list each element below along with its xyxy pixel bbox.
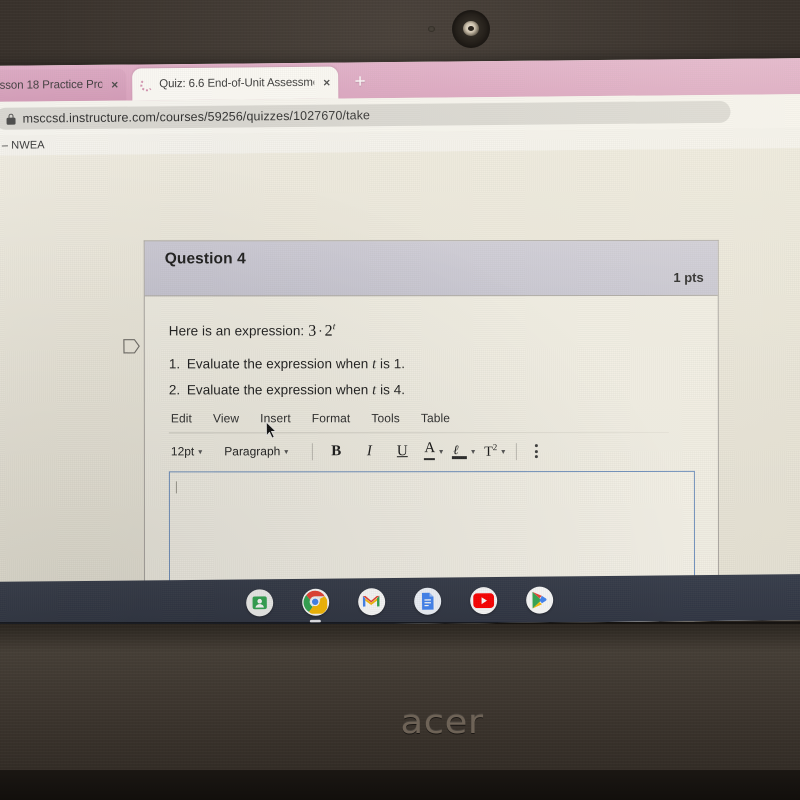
question-body: Here is an expression: 3 · 2t 1. Evaluate t… (145, 296, 718, 400)
underline-button[interactable]: U (391, 443, 413, 460)
task-text-before: Evaluate the expression when (186, 382, 369, 398)
list-item: 2. Evaluate the expression when t is 4. (169, 382, 694, 399)
close-icon[interactable]: × (320, 76, 330, 90)
superscript-button[interactable]: T2 ▾ (484, 442, 505, 461)
chevron-down-icon: ▾ (284, 447, 289, 457)
bold-button[interactable]: B (325, 443, 347, 460)
webcam (452, 10, 490, 48)
font-size-dropdown[interactable]: 12pt ▾ (171, 445, 202, 459)
menu-tools[interactable]: Tools (371, 411, 400, 425)
menu-table[interactable]: Table (421, 411, 450, 425)
mouse-cursor (266, 421, 277, 439)
question-prompt: Here is an expression: 3 · 2t (169, 322, 694, 341)
chromeos-shelf (0, 573, 800, 629)
gmail-icon[interactable] (357, 587, 385, 615)
chevron-down-icon: ▾ (439, 446, 444, 456)
highlight-color-button[interactable]: ℓ ▾ (452, 442, 476, 459)
expression-base: 2 (324, 322, 333, 340)
task-number: 1. (168, 356, 181, 372)
list-item: 1. Evaluate the expression when t is 1. (169, 356, 694, 373)
webcam-pupil (468, 26, 474, 31)
italic-button[interactable]: I (358, 443, 380, 460)
task-variable: t (372, 356, 377, 373)
camera-indicator-led (428, 26, 435, 32)
math-expression: 3 · 2t (308, 322, 335, 340)
youtube-icon[interactable] (469, 586, 497, 614)
highlight-icon: ℓ (452, 442, 468, 459)
question-title: Question 4 (164, 250, 246, 268)
toolbar-divider (312, 443, 314, 461)
close-icon[interactable]: × (108, 78, 118, 92)
chevron-down-icon: ▾ (471, 446, 476, 456)
url-text: msccsd.instructure.com/courses/59256/qui… (22, 108, 371, 126)
chrome-icon[interactable] (301, 588, 329, 623)
block-format-value: Paragraph (224, 444, 281, 459)
superscript-icon: T2 (484, 442, 498, 460)
question-points: 1 pts (673, 269, 704, 285)
chevron-down-icon: ▾ (501, 446, 506, 456)
expression-operator: · (318, 323, 323, 339)
task-list: 1. Evaluate the expression when t is 1. 2… (169, 356, 694, 399)
menu-view[interactable]: View (213, 411, 239, 425)
laptop-body: 6.6 Lesson 18 Practice Pro × Quiz: 6.6 E… (0, 0, 800, 800)
task-text-after: is 1. (380, 356, 406, 372)
tab-title: 6.6 Lesson 18 Practice Pro (0, 78, 103, 92)
question-header: Question 4 1 pts (144, 240, 718, 297)
chevron-down-icon: ▾ (198, 447, 203, 457)
menu-edit[interactable]: Edit (171, 411, 192, 425)
brand-logo: acer (400, 702, 484, 741)
more-options-icon[interactable] (535, 444, 539, 459)
menu-format[interactable]: Format (312, 411, 351, 425)
toolbar-divider (516, 442, 518, 460)
menubar-divider (168, 431, 669, 434)
canvas-quiz-page: Question 4 1 pts Here is an expression: … (0, 147, 800, 629)
text-color-button[interactable]: A ▾ (424, 440, 444, 461)
browser-tab-active[interactable]: Quiz: 6.6 End-of-Unit Assessmen × (132, 66, 339, 101)
tab-title: Quiz: 6.6 End-of-Unit Assessmen (159, 76, 315, 91)
font-size-value: 12pt (170, 444, 195, 459)
editor-menubar: Edit View Insert Format Tools Table (169, 411, 695, 425)
loading-spinner-icon (140, 77, 154, 91)
expression-exponent: t (332, 322, 336, 333)
task-text-after: is 4. (380, 382, 406, 398)
lock-icon (6, 113, 16, 125)
block-format-dropdown[interactable]: Paragraph ▾ (224, 445, 288, 459)
task-number: 2. (168, 382, 181, 398)
address-bar[interactable]: msccsd.instructure.com/courses/59256/qui… (0, 100, 731, 130)
text-color-icon: A (424, 440, 436, 461)
task-variable: t (372, 382, 377, 399)
flag-icon[interactable] (123, 338, 142, 354)
bookmark-item[interactable]: esting – NWEA (0, 139, 45, 152)
new-tab-button[interactable]: + (349, 71, 371, 94)
drive-docs-icon[interactable] (413, 587, 441, 615)
desk-surface (0, 770, 800, 800)
browser-tab-inactive[interactable]: 6.6 Lesson 18 Practice Pro × (0, 68, 127, 103)
task-text-before: Evaluate the expression when (186, 356, 369, 372)
prompt-text: Here is an expression: (168, 323, 305, 339)
question-container: Question 4 1 pts Here is an expression: … (143, 239, 720, 629)
contacts-icon[interactable] (245, 588, 273, 616)
editor-toolbar: 12pt ▾ Paragraph ▾ B I U A ▾ ℓ ▾ T2 ▾ (169, 440, 695, 461)
text-caret (175, 481, 177, 494)
laptop-screen: 6.6 Lesson 18 Practice Pro × Quiz: 6.6 E… (0, 57, 800, 629)
play-store-icon[interactable] (525, 586, 553, 614)
